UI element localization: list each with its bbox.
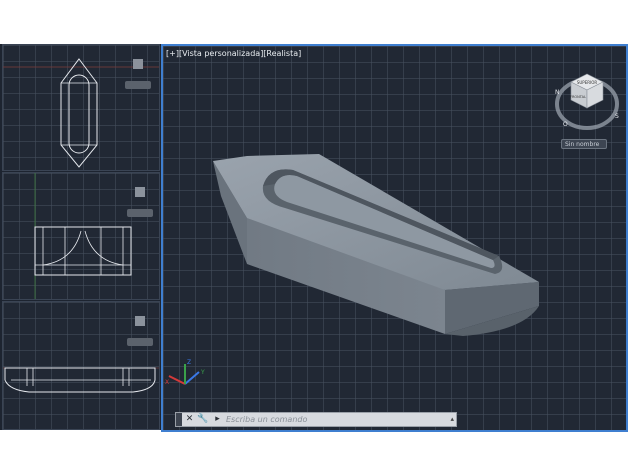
viewport-main[interactable]: [+][Vista personalizada][Realista] SUPER…	[161, 44, 628, 432]
command-line: ✕ 🔧 ▸ Escriba un comando ▴	[175, 412, 457, 427]
mini-wcs-menu[interactable]	[125, 81, 151, 89]
mini-viewcube[interactable]	[135, 316, 145, 326]
mini-wcs-menu[interactable]	[127, 338, 153, 346]
command-input[interactable]: Escriba un comando	[226, 414, 446, 425]
command-prompt-icon[interactable]: ▸	[212, 414, 223, 425]
wrench-icon[interactable]: 🔧	[197, 414, 208, 425]
command-line-grip[interactable]	[176, 413, 182, 426]
ucs-z-label: Z	[187, 359, 191, 366]
mini-wcs-menu[interactable]	[127, 209, 153, 217]
viewcube-face-top[interactable]: SUPERIOR	[577, 80, 598, 85]
viewcube-face-front[interactable]: FRONTAL	[570, 95, 586, 99]
ucs-x-label: X	[165, 379, 169, 386]
mini-viewcube[interactable]	[135, 187, 145, 197]
ucs-icon: Z Y X	[165, 359, 205, 386]
compass-north[interactable]: N	[555, 89, 560, 96]
mini-viewcube[interactable]	[133, 59, 143, 69]
close-icon[interactable]: ✕	[184, 414, 195, 425]
wcs-menu[interactable]: Sin nombre	[561, 139, 607, 149]
compass-west[interactable]: O	[563, 121, 568, 128]
viewport-side-view[interactable]	[2, 301, 160, 430]
autocad-workspace: [+][Vista personalizada][Realista] SUPER…	[0, 44, 628, 432]
viewport-front-view[interactable]	[2, 172, 160, 300]
viewport-top-view[interactable]	[2, 44, 160, 171]
recent-commands-icon[interactable]: ▴	[450, 414, 454, 425]
ucs-y-label: Y	[200, 369, 205, 376]
viewcube[interactable]: SUPERIOR FRONTAL N S O	[549, 68, 625, 138]
compass-south[interactable]: S	[615, 113, 619, 120]
